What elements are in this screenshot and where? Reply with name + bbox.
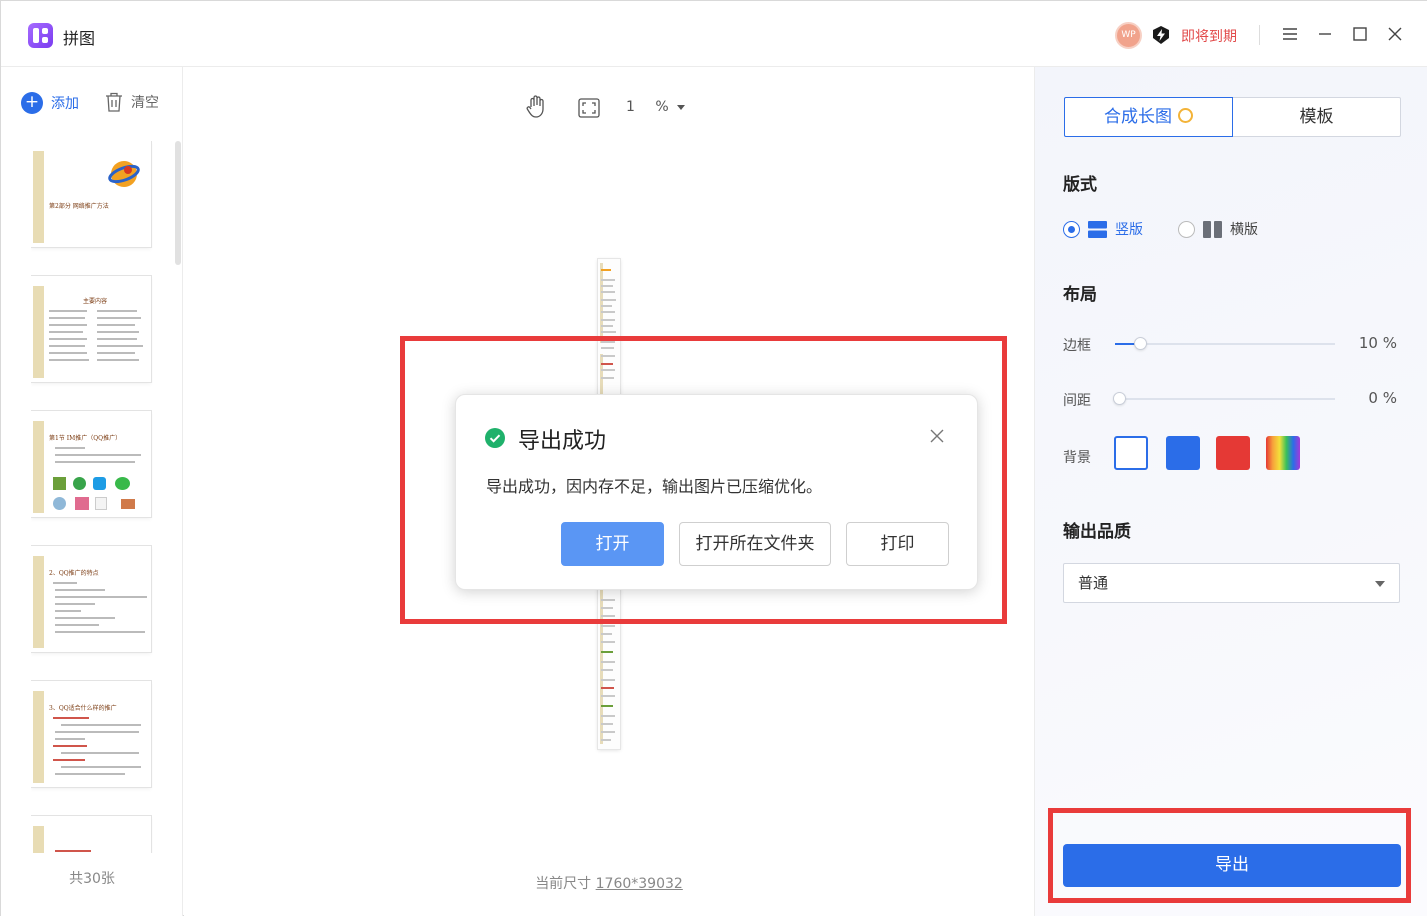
vertical-label: 竖版 [1115, 222, 1143, 238]
slide-logo-image [108, 161, 140, 187]
size-label: 当前尺寸 [535, 876, 592, 892]
horizontal-label: 横版 [1230, 222, 1258, 238]
thumbnail-title: 3、QQ适合什么样的推广 [49, 705, 117, 712]
background-label: 背景 [1063, 450, 1091, 466]
bg-swatch-blue[interactable] [1166, 436, 1200, 470]
thumbnail-item[interactable]: 3、QQ适合什么样的推广 [31, 681, 151, 787]
zoom-dropdown-icon[interactable] [677, 105, 685, 110]
app-window: 拼图 WP 即将到期 + 添加 清空 第2部分 网络推广方法 主要内容 第1节 … [0, 0, 1427, 916]
menu-icon[interactable] [1281, 25, 1299, 43]
app-title: 拼图 [63, 29, 96, 48]
print-button[interactable]: 打印 [846, 522, 949, 566]
thumbnail-item[interactable]: 第2部分 网络推广方法 [31, 141, 151, 247]
tab-template[interactable]: 模板 [1233, 97, 1401, 137]
avatar[interactable]: WP [1115, 22, 1142, 49]
quality-heading: 输出品质 [1063, 522, 1131, 542]
border-slider-handle[interactable] [1134, 337, 1147, 350]
add-label: 添加 [51, 96, 79, 112]
settings-panel: 合成长图 模板 版式 竖版 横版 布局 边框 10 % 间距 0 % 背景 输出… [1034, 67, 1427, 916]
spacing-slider-handle[interactable] [1113, 392, 1126, 405]
border-label: 边框 [1063, 338, 1091, 354]
dialog-title: 导出成功 [518, 429, 607, 454]
export-highlight-box [1048, 808, 1411, 903]
trash-icon [106, 92, 122, 112]
thumbnail-scrollbar[interactable] [175, 141, 181, 265]
thumbnail-list: 第2部分 网络推广方法 主要内容 第1节 IM推广（QQ推广） 2、QQ推广的特… [31, 141, 153, 853]
tab-label: 模板 [1299, 107, 1334, 127]
plus-icon: + [21, 92, 43, 114]
thumbnail-title: 第2部分 网络推广方法 [49, 203, 109, 210]
open-folder-button[interactable]: 打开所在文件夹 [679, 522, 831, 566]
image-list-sidebar: + 添加 清空 第2部分 网络推广方法 主要内容 第1节 IM推广（QQ推广） … [1, 67, 183, 916]
thumbnail-item[interactable] [31, 816, 151, 853]
success-check-icon [485, 428, 505, 448]
layout-heading: 布局 [1063, 285, 1097, 305]
current-size-info: 当前尺寸 1760*39032 [184, 873, 1034, 893]
horizontal-layout-icon [1203, 220, 1222, 238]
thumbnail-title: 2、QQ推广的特点 [49, 570, 99, 577]
fit-screen-icon[interactable] [578, 98, 600, 118]
open-button[interactable]: 打开 [561, 522, 664, 566]
tab-label: 合成长图 [1104, 107, 1172, 127]
export-success-dialog: 导出成功 导出成功，因内存不足，输出图片已压缩优化。 打开 打开所在文件夹 打印 [455, 394, 978, 590]
maximize-icon[interactable] [1351, 25, 1369, 43]
title-bar: 拼图 WP 即将到期 [1, 1, 1427, 67]
thumbnail-item[interactable]: 第1节 IM推广（QQ推广） [31, 411, 151, 517]
radio-unselected [1178, 220, 1195, 238]
clear-label: 清空 [131, 95, 159, 111]
border-slider[interactable] [1115, 337, 1335, 350]
size-value: 1760*39032 [595, 876, 683, 892]
vertical-layout-icon [1088, 220, 1107, 238]
thumbnail-title: 第1节 IM推广（QQ推广） [49, 435, 122, 442]
app-logo-icon [28, 23, 53, 48]
horizontal-layout-option[interactable]: 横版 [1178, 219, 1258, 239]
hand-tool-icon[interactable] [526, 95, 546, 119]
image-count: 共30张 [69, 871, 115, 887]
add-button[interactable]: + 添加 [21, 92, 79, 114]
vertical-layout-option[interactable]: 竖版 [1063, 219, 1143, 239]
radio-selected [1063, 220, 1080, 238]
quality-select[interactable]: 普通 [1063, 563, 1400, 603]
thumbnail-title: 主要内容 [83, 298, 108, 305]
vip-bolt-icon [1153, 26, 1169, 44]
title-divider [1259, 25, 1260, 45]
minimize-icon[interactable] [1316, 25, 1334, 43]
quality-value: 普通 [1078, 574, 1109, 592]
thumbnail-item[interactable]: 主要内容 [31, 276, 151, 382]
chevron-down-icon [1375, 581, 1385, 587]
bg-swatch-red[interactable] [1216, 436, 1250, 470]
bg-swatch-rainbow[interactable] [1266, 436, 1300, 470]
thumbnail-item[interactable]: 2、QQ推广的特点 [31, 546, 151, 652]
panel-tabs: 合成长图 模板 [1064, 97, 1401, 137]
border-value[interactable]: 10 % [1345, 334, 1397, 352]
zoom-level[interactable]: 1 % [626, 99, 677, 115]
close-window-icon[interactable] [1386, 25, 1404, 43]
spacing-value[interactable]: 0 % [1345, 389, 1397, 407]
premium-coin-icon [1178, 108, 1193, 123]
layout-style-heading: 版式 [1063, 175, 1097, 195]
dialog-message: 导出成功，因内存不足，输出图片已压缩优化。 [486, 477, 823, 496]
tab-long-image[interactable]: 合成长图 [1064, 97, 1233, 137]
spacing-label: 间距 [1063, 393, 1091, 409]
spacing-slider[interactable] [1113, 392, 1335, 405]
clear-button[interactable]: 清空 [105, 92, 159, 112]
vip-status-link[interactable]: 即将到期 [1181, 26, 1237, 46]
close-icon[interactable] [929, 428, 945, 444]
bg-swatch-white[interactable] [1114, 436, 1148, 470]
